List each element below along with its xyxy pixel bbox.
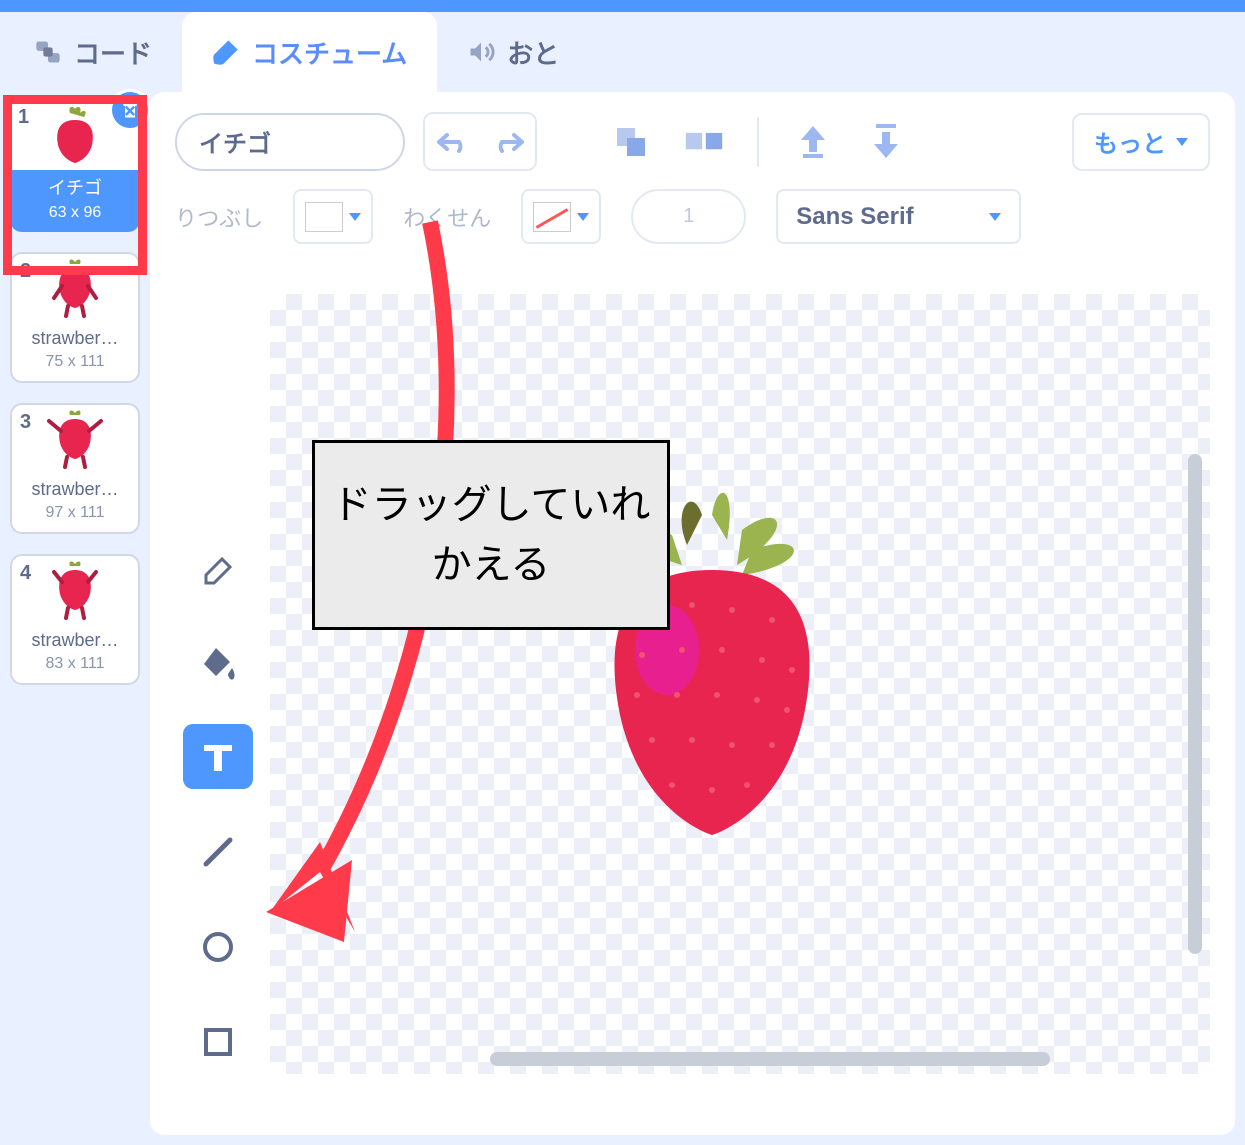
outline-color-picker[interactable]: [521, 189, 601, 244]
outline-swatch-none: [533, 202, 571, 232]
costume-index: 4: [20, 562, 31, 585]
code-icon: [34, 38, 62, 66]
eraser-tool[interactable]: [183, 534, 253, 599]
eraser-icon: [198, 547, 238, 587]
editor-toolbar-row2: りつぶし わくせん Sans Serif: [175, 189, 1210, 244]
editor-tabs: コード コスチューム おと: [0, 12, 1245, 92]
undo-icon: [437, 131, 469, 153]
costume-name: strawber…: [12, 479, 138, 500]
fill-label: りつぶし: [175, 201, 263, 233]
fill-color-picker[interactable]: [293, 189, 373, 244]
paint-bucket-icon: [198, 642, 238, 682]
toolbar-divider: [757, 117, 759, 167]
more-button[interactable]: もっと: [1072, 113, 1210, 171]
ungroup-icon: [684, 124, 724, 160]
tab-costumes-label: コスチューム: [252, 34, 407, 71]
font-dropdown[interactable]: Sans Serif: [776, 189, 1021, 244]
undo-button[interactable]: [425, 114, 480, 169]
costume-item-1[interactable]: 1 イチゴ 63 x 96: [10, 100, 140, 232]
costume-dim: 75 x 111: [12, 353, 138, 371]
tab-sounds-label: おと: [507, 34, 559, 71]
costume-item-4[interactable]: 4 strawber… 83 x 111: [10, 554, 140, 685]
font-name: Sans Serif: [796, 203, 913, 231]
costume-index: 2: [20, 260, 31, 283]
tab-sounds[interactable]: おと: [437, 12, 589, 92]
group-icon: [613, 124, 649, 160]
costume-dim: 83 x 111: [12, 655, 138, 673]
costume-index: 1: [18, 106, 29, 129]
arrow-up-icon: [797, 122, 829, 162]
chevron-down-icon: [989, 213, 1001, 221]
canvas-vertical-scrollbar[interactable]: [1188, 454, 1202, 954]
text-icon: [198, 737, 238, 777]
editor-canvas-area: [175, 294, 1210, 1074]
costume-dim: 63 x 96: [10, 204, 140, 222]
fill-tool[interactable]: [183, 629, 253, 694]
ungroup-button[interactable]: [676, 114, 731, 169]
costume-item-3[interactable]: 3 strawber… 97 x 111: [10, 403, 140, 534]
circle-tool[interactable]: [183, 914, 253, 979]
circle-icon: [198, 927, 238, 967]
instruction-annotation: ドラッグしていれかえる: [312, 440, 670, 630]
brush-icon: [212, 38, 240, 66]
forward-button[interactable]: [785, 114, 840, 169]
square-icon: [198, 1022, 238, 1062]
trash-icon: [120, 100, 140, 120]
arrow-down-icon: [870, 122, 902, 162]
tab-code-label: コード: [74, 34, 152, 71]
costume-index: 3: [20, 411, 31, 434]
line-tool[interactable]: [183, 819, 253, 884]
costume-name-input[interactable]: [175, 113, 405, 171]
rect-tool[interactable]: [183, 1009, 253, 1074]
redo-icon: [492, 131, 524, 153]
chevron-down-icon: [577, 213, 589, 221]
costume-name: イチゴ: [10, 174, 140, 200]
delete-costume-button[interactable]: [112, 92, 148, 128]
undo-redo-group: [423, 112, 537, 171]
costume-name: strawber…: [12, 630, 138, 651]
outline-label: わくせん: [403, 201, 491, 233]
chevron-down-icon: [1176, 138, 1188, 146]
tab-costumes[interactable]: コスチューム: [182, 12, 437, 92]
editor-toolbar-row1: もっと: [175, 112, 1210, 171]
costume-list: 1 イチゴ 63 x 96 2 strawber… 75 x 111 3: [0, 92, 150, 1145]
group-button[interactable]: [603, 114, 658, 169]
backward-button[interactable]: [858, 114, 913, 169]
costume-name: strawber…: [12, 328, 138, 349]
tab-code[interactable]: コード: [4, 12, 182, 92]
workspace: 1 イチゴ 63 x 96 2 strawber… 75 x 111 3: [0, 92, 1245, 1145]
paint-tools: [175, 294, 260, 1074]
chevron-down-icon: [349, 213, 361, 221]
costume-item-2[interactable]: 2 strawber… 75 x 111: [10, 252, 140, 383]
outline-width-input[interactable]: [631, 189, 746, 244]
redo-button[interactable]: [480, 114, 535, 169]
sound-icon: [467, 38, 495, 66]
text-tool[interactable]: [183, 724, 253, 789]
paint-editor: もっと りつぶし わくせん Sans Serif: [150, 92, 1235, 1135]
more-label: もっと: [1094, 124, 1166, 159]
fill-swatch: [305, 202, 343, 232]
app-top-bar: [0, 0, 1245, 12]
canvas-horizontal-scrollbar[interactable]: [490, 1052, 1050, 1066]
annotation-text: ドラッグしていれかえる: [315, 475, 667, 595]
costume-dim: 97 x 111: [12, 504, 138, 522]
paint-canvas[interactable]: [270, 294, 1210, 1074]
line-icon: [198, 832, 238, 872]
